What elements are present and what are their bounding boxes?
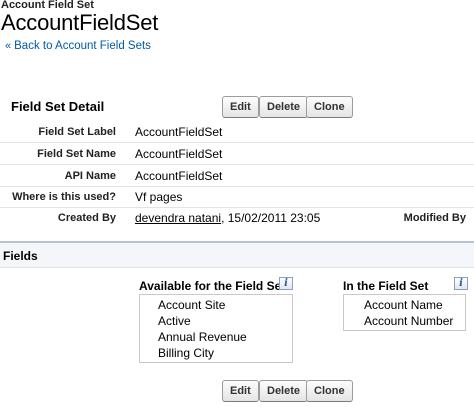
back-to-field-sets-link[interactable]: «Back to Account Field Sets — [5, 40, 151, 52]
where-used-label: Where is this used? — [12, 191, 116, 203]
edit-button-bottom[interactable]: Edit — [222, 380, 259, 402]
list-item[interactable]: Active — [158, 314, 191, 328]
created-by-label: Created By — [57, 212, 116, 224]
edit-button-top[interactable]: Edit — [222, 96, 259, 118]
detail-row-created-by: Created By devendra natani, 15/02/2011 2… — [0, 208, 474, 229]
info-icon-available[interactable]: i — [279, 277, 293, 290]
delete-button-bottom[interactable]: Delete — [259, 380, 309, 402]
clone-button-bottom[interactable]: Clone — [306, 380, 353, 402]
field-set-name-value: AccountFieldSet — [135, 147, 223, 161]
list-item[interactable]: Account Site — [158, 298, 225, 312]
list-item[interactable]: Account Number — [364, 314, 453, 328]
field-set-detail-heading: Field Set Detail — [11, 99, 105, 114]
where-used-value: Vf pages — [135, 190, 183, 204]
list-item[interactable]: Billing City — [158, 346, 214, 360]
clone-button-top[interactable]: Clone — [306, 96, 353, 118]
in-field-set-list[interactable]: Account Name Account Number — [343, 294, 466, 331]
in-field-set-list-header: In the Field Set — [343, 279, 429, 293]
created-by-value: devendra natani, 15/02/2011 23:05 — [135, 211, 320, 225]
info-icon-in-set[interactable]: i — [454, 277, 468, 290]
fields-section-header — [0, 241, 474, 268]
detail-row-field-set-label: Field Set Label AccountFieldSet — [0, 122, 474, 143]
page-title: AccountFieldSet — [1, 10, 159, 35]
field-set-name-label: Field Set Name — [37, 148, 116, 160]
available-list-header: Available for the Field Set — [139, 279, 286, 293]
field-set-label-label: Field Set Label — [38, 126, 116, 138]
detail-row-api-name: API Name AccountFieldSet — [0, 166, 474, 187]
created-by-user-link[interactable]: devendra natani — [135, 211, 221, 225]
fields-heading: Fields — [3, 249, 38, 263]
list-item[interactable]: Account Name — [364, 298, 443, 312]
delete-button-top[interactable]: Delete — [259, 96, 309, 118]
detail-row-where-used: Where is this used? Vf pages — [0, 187, 474, 208]
modified-by-label: Modified By — [403, 212, 466, 224]
available-fields-list[interactable]: Account Site Active Annual Revenue Billi… — [139, 294, 293, 363]
field-set-label-value: AccountFieldSet — [135, 125, 223, 139]
api-name-value: AccountFieldSet — [135, 169, 223, 183]
api-name-label: API Name — [64, 170, 116, 182]
back-link-label: Back to Account Field Sets — [14, 40, 151, 52]
double-chevron-left-icon: « — [5, 40, 12, 52]
detail-row-field-set-name: Field Set Name AccountFieldSet — [0, 144, 474, 165]
list-item[interactable]: Annual Revenue — [158, 330, 247, 344]
created-date: , 15/02/2011 23:05 — [221, 211, 321, 225]
